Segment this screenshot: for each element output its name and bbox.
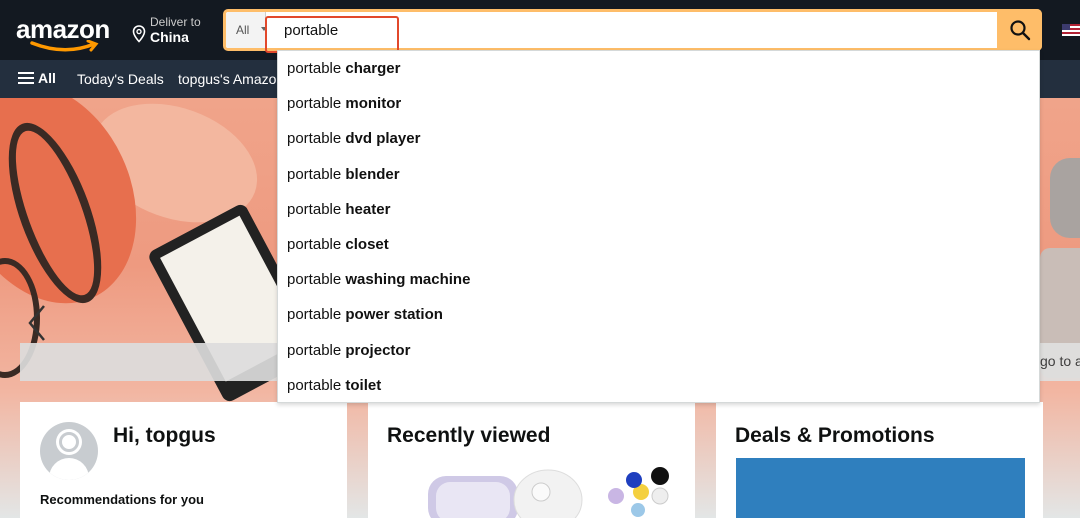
logo-smile-icon	[30, 40, 99, 52]
search-suggestions-dropdown: portable charger portable monitor portable…	[277, 50, 1040, 403]
recommendations-label: Recommendations for you	[40, 492, 204, 507]
suggestion-prefix: portable	[287, 306, 342, 324]
deals-card: Deals & Promotions	[716, 402, 1043, 518]
suggestion-prefix: portable	[287, 165, 342, 183]
suggestion-prefix: portable	[287, 236, 342, 253]
suggestion-item[interactable]: portable monitor	[278, 86, 1039, 121]
greeting-title: Hi, topgus	[113, 424, 216, 447]
suggestion-item[interactable]: portable dvd player	[278, 121, 1039, 156]
us-flag-icon[interactable]	[1062, 24, 1080, 36]
deliver-to[interactable]: Deliver to China	[132, 15, 212, 47]
caret-down-icon	[261, 27, 267, 31]
deals-title[interactable]: Deals & Promotions	[735, 424, 935, 448]
suggestion-prefix: portable	[287, 376, 342, 394]
hero-caption-right[interactable]: go to ar	[1040, 343, 1080, 381]
suggestion-item[interactable]: portable projector	[278, 333, 1039, 368]
nav-item-topgus-amazon[interactable]: topgus's Amazon	[178, 71, 284, 87]
search-category-label: All	[236, 23, 250, 37]
suggestion-item[interactable]: portable washing machine	[278, 262, 1039, 297]
avatar[interactable]	[40, 422, 98, 480]
deals-image[interactable]	[736, 458, 1025, 518]
suggestion-item[interactable]: portable toilet	[278, 368, 1039, 403]
suggestion-prefix: portable	[287, 95, 342, 113]
suggestion-prefix: portable	[287, 130, 342, 148]
suggestion-prefix: portable	[287, 341, 342, 359]
suggestion-prefix: portable	[287, 271, 342, 289]
suggestion-completion: charger	[345, 60, 401, 77]
nav-item-todays-deals[interactable]: Today's Deals	[77, 71, 164, 87]
hamburger-icon	[18, 71, 34, 85]
suggestion-item[interactable]: portable blender	[278, 157, 1039, 192]
recently-viewed-product-image[interactable]	[388, 462, 678, 518]
suggestion-item[interactable]: portable heater	[278, 192, 1039, 227]
suggestion-completion: heater	[345, 200, 391, 218]
greeting-card: Hi, topgus Recommendations for you	[20, 402, 347, 518]
deliver-location: China	[150, 29, 189, 45]
suggestion-item[interactable]: portable charger	[278, 51, 1039, 86]
avatar-head	[59, 432, 79, 452]
amazon-logo[interactable]: amazon	[16, 12, 116, 52]
hero-right-device-image	[1050, 158, 1080, 238]
chevron-left-icon[interactable]	[26, 303, 48, 343]
search-input[interactable]	[274, 12, 994, 48]
search-bar: All	[223, 9, 1042, 53]
suggestion-completion: monitor	[345, 95, 402, 113]
deliver-label: Deliver to	[150, 15, 201, 29]
hero-caption-bar	[20, 343, 280, 381]
search-button[interactable]	[997, 9, 1042, 51]
search-category-select[interactable]: All	[226, 12, 267, 48]
search-icon	[1009, 20, 1030, 41]
suggestion-prefix: portable	[287, 60, 342, 77]
suggestion-item[interactable]: portable power station	[278, 297, 1039, 332]
nav-all-label: All	[38, 70, 56, 86]
hero-caption-right-text: go to ar	[1040, 353, 1080, 369]
suggestion-completion: dvd player	[345, 130, 421, 148]
avatar-body	[49, 458, 89, 480]
suggestion-completion: washing machine	[345, 271, 471, 289]
suggestion-item[interactable]: portable closet	[278, 227, 1039, 262]
suggestion-prefix: portable	[287, 200, 342, 218]
suggestion-completion: closet	[345, 236, 389, 253]
suggestion-completion: toilet	[345, 376, 382, 394]
suggestion-completion: projector	[345, 341, 411, 359]
nav-all-button[interactable]: All	[18, 70, 56, 86]
recently-viewed-card: Recently viewed	[368, 402, 695, 518]
location-pin-icon	[132, 25, 146, 43]
suggestion-completion: power station	[345, 306, 443, 324]
suggestion-completion: blender	[345, 165, 400, 183]
recently-viewed-title[interactable]: Recently viewed	[387, 424, 550, 448]
